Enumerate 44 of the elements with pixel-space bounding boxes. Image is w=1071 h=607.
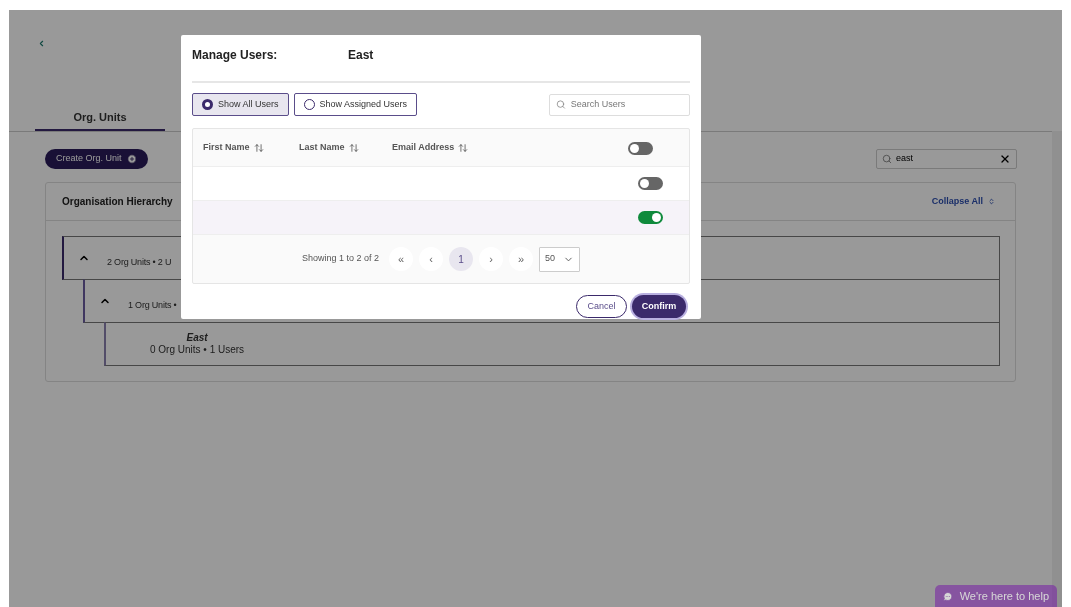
toggle-switch[interactable] xyxy=(628,141,653,155)
sort-icon xyxy=(988,198,995,205)
cancel-button[interactable]: Cancel xyxy=(576,295,627,318)
page-nav-button[interactable]: ‹ xyxy=(419,247,444,271)
dialog-title: Manage Users: xyxy=(192,46,279,64)
help-button[interactable]: We're here to help xyxy=(935,585,1057,607)
page-nav-button[interactable]: › xyxy=(479,247,504,271)
column-header[interactable]: First Name xyxy=(203,140,299,155)
toggle-switch[interactable] xyxy=(638,177,663,190)
scrollbar[interactable] xyxy=(1052,131,1062,607)
unit-summary: 0 Org Units • 1 Users xyxy=(150,344,245,356)
clear-icon[interactable] xyxy=(999,153,1011,165)
unit-summary: 2 Org Units • 2 U xyxy=(107,256,172,270)
search-icon xyxy=(556,99,566,110)
create-unit-button[interactable]: Create Org. Unit xyxy=(45,149,148,169)
filter-radio[interactable]: Show All Users xyxy=(192,93,289,116)
page-size-select[interactable]: 50 xyxy=(539,246,581,272)
plus-icon xyxy=(126,154,137,164)
unit-name: East xyxy=(186,332,208,344)
unit-summary: 1 Org Units • xyxy=(128,299,177,313)
search-input[interactable]: Search Users xyxy=(570,97,683,112)
back-icon[interactable] xyxy=(37,39,46,48)
page-nav-button[interactable]: » xyxy=(509,247,534,271)
pagination-summary: Showing 1 to 2 of 2 xyxy=(301,252,380,266)
toggle-switch[interactable] xyxy=(638,211,663,224)
search-field[interactable]: east xyxy=(876,149,1017,169)
filter-radio[interactable]: Show Assigned Users xyxy=(293,93,418,116)
sort-icon xyxy=(253,142,264,153)
search-value: east xyxy=(896,152,914,166)
tree-row[interactable]: East 0 Org Units • 1 Users xyxy=(104,322,1000,366)
page-nav-button[interactable]: « xyxy=(389,247,414,271)
sort-icon xyxy=(348,142,359,153)
search-field[interactable]: Search Users xyxy=(549,93,690,116)
column-header[interactable]: Email Address xyxy=(392,140,628,155)
tab[interactable]: Org. Units xyxy=(35,105,165,131)
page-button[interactable]: 1 xyxy=(449,247,474,271)
column-header[interactable]: Last Name xyxy=(299,140,392,155)
confirm-button[interactable]: Confirm xyxy=(632,295,686,318)
search-icon xyxy=(882,154,892,164)
collapse-all-button[interactable]: Collapse All xyxy=(931,194,995,209)
sort-icon xyxy=(458,142,469,153)
card-title: Organisation Hierarchy xyxy=(62,195,173,209)
unit-name: East xyxy=(348,46,374,64)
chat-icon xyxy=(943,589,953,603)
